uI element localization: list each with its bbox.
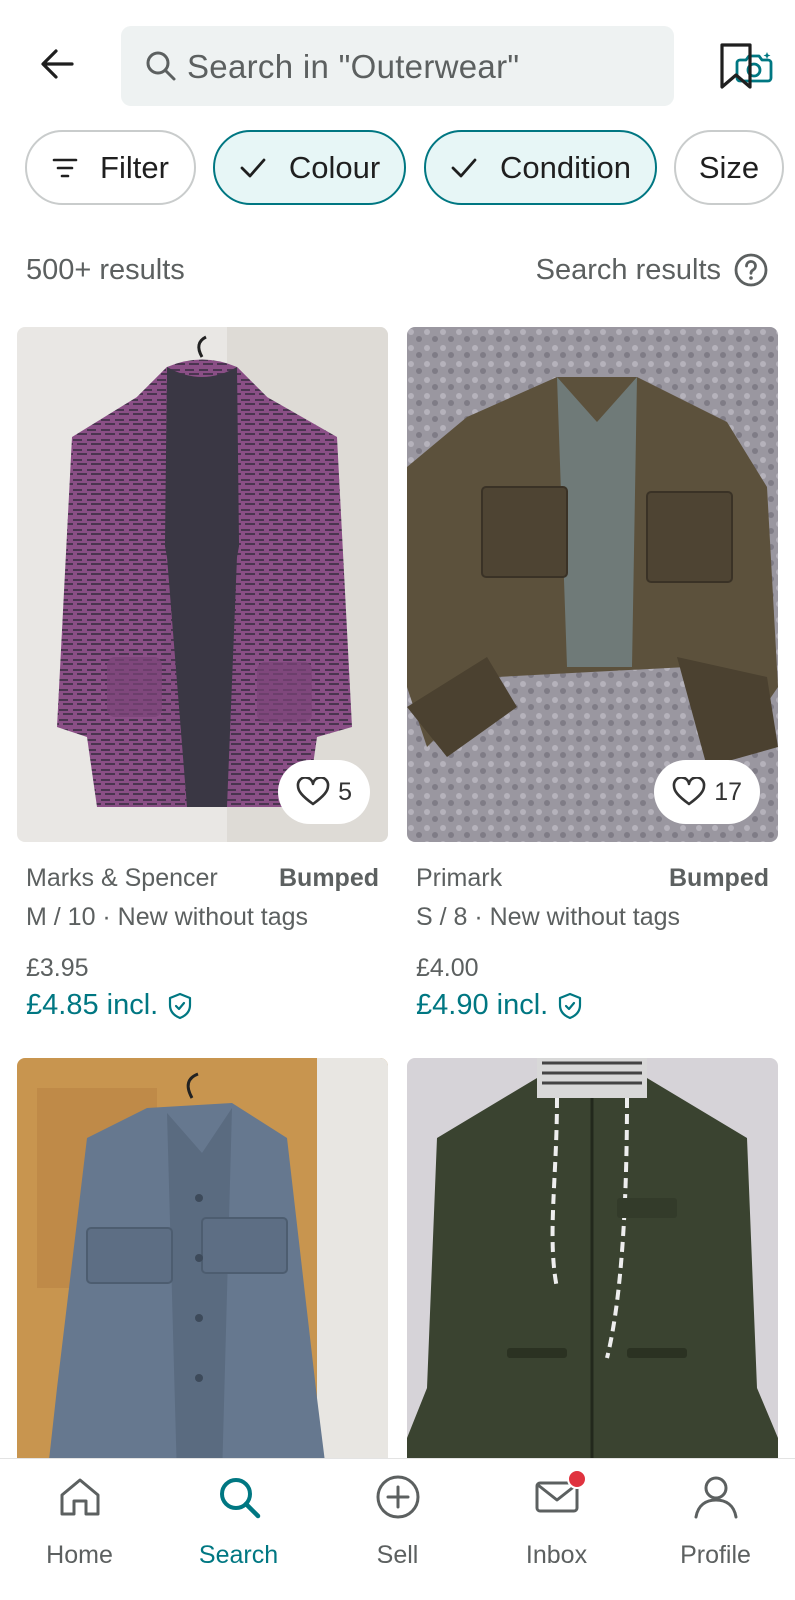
search-icon — [146, 51, 176, 81]
heart-icon — [296, 777, 330, 806]
search-results-info[interactable]: Search results — [536, 252, 769, 288]
heart-icon — [672, 777, 706, 806]
size-chip[interactable]: Size — [674, 130, 784, 205]
favourite-button[interactable]: 17 — [654, 760, 760, 824]
check-icon — [450, 157, 478, 179]
shield-icon[interactable] — [168, 992, 192, 1020]
home-icon — [60, 1478, 100, 1516]
filter-chip[interactable]: Filter — [25, 130, 196, 205]
search-input[interactable]: Search in "Outerwear" — [121, 26, 773, 106]
nav-profile[interactable]: Profile — [636, 1459, 795, 1600]
filter-icon — [52, 157, 78, 179]
item-photo[interactable] — [17, 1058, 388, 1478]
back-button[interactable] — [32, 38, 84, 90]
help-circle-icon — [734, 253, 768, 287]
item-size-condition: M / 10 · New without tags — [26, 903, 309, 931]
item-price-incl: £4.85 incl. — [26, 989, 379, 1022]
item-details: Marks & Spencer Bumped M / 10 · New with… — [17, 864, 388, 1022]
item-price-incl-label: £4.90 incl. — [416, 989, 549, 1021]
bumped-badge: Bumped — [279, 864, 379, 892]
favourite-count: 5 — [338, 777, 352, 806]
item-price-incl-label: £4.85 incl. — [26, 989, 159, 1021]
save-search-button[interactable] — [710, 36, 762, 96]
search-placeholder: Search in "Outerwear" — [187, 48, 520, 85]
check-icon — [239, 157, 267, 179]
nav-label: Sell — [376, 1541, 419, 1569]
top-bar: Search in "Outerwear" — [0, 0, 795, 120]
item-photo[interactable]: 17 — [407, 327, 778, 842]
nav-label: Inbox — [525, 1541, 588, 1569]
condition-chip[interactable]: Condition — [424, 130, 657, 205]
bookmark-icon — [720, 43, 752, 89]
chip-label-colour: Colour — [288, 149, 381, 185]
item-photo[interactable]: 5 — [17, 327, 388, 842]
item-card[interactable]: 17 Primark Bumped S / 8 · New without ta… — [407, 327, 778, 1022]
bottom-navigation: Home Search Sell Inbox Profile — [0, 1458, 795, 1600]
item-price: £3.95 — [26, 954, 89, 982]
item-brand: Primark — [416, 864, 503, 892]
search-results-label: Search results — [535, 253, 721, 286]
chip-label-filter: Filter — [100, 149, 169, 185]
nav-inbox[interactable]: Inbox — [477, 1459, 636, 1600]
item-image-green-parka — [407, 1058, 778, 1478]
search-results-screen: Search in "Outerwear" Filter Colour Cond… — [0, 0, 795, 1600]
item-image-grey-shacket — [17, 1058, 388, 1478]
item-price-incl: £4.90 incl. — [416, 989, 769, 1022]
favourite-count: 17 — [714, 777, 742, 806]
item-size-condition: S / 8 · New without tags — [416, 903, 681, 931]
nav-label: Home — [46, 1541, 113, 1569]
nav-label: Profile — [680, 1541, 751, 1569]
favourite-button[interactable]: 5 — [278, 760, 370, 824]
arrow-left-icon — [41, 49, 74, 79]
search-icon — [220, 1478, 261, 1519]
chip-label-condition: Condition — [500, 149, 631, 185]
item-card[interactable]: 5 Marks & Spencer Bumped M / 10 · New wi… — [17, 327, 388, 1022]
bumped-badge: Bumped — [669, 864, 769, 892]
item-details: Primark Bumped S / 8 · New without tags … — [407, 864, 778, 1022]
notification-badge — [567, 1469, 587, 1489]
item-price: £4.00 — [416, 954, 479, 982]
nav-search[interactable]: Search — [159, 1459, 318, 1600]
results-count: 500+ results — [26, 254, 185, 286]
nav-home[interactable]: Home — [0, 1459, 159, 1600]
item-brand: Marks & Spencer — [26, 864, 218, 892]
shield-icon[interactable] — [558, 992, 582, 1020]
person-icon — [694, 1476, 738, 1519]
item-photo[interactable] — [407, 1058, 778, 1478]
colour-chip[interactable]: Colour — [213, 130, 406, 205]
chip-label-size: Size — [698, 149, 760, 185]
nav-sell[interactable]: Sell — [318, 1459, 477, 1600]
nav-label: Search — [198, 1541, 279, 1569]
item-card[interactable] — [407, 1058, 778, 1478]
item-card[interactable] — [17, 1058, 388, 1478]
plus-circle-icon — [376, 1475, 420, 1519]
filter-chips: Filter Colour Condition Size — [0, 130, 795, 208]
